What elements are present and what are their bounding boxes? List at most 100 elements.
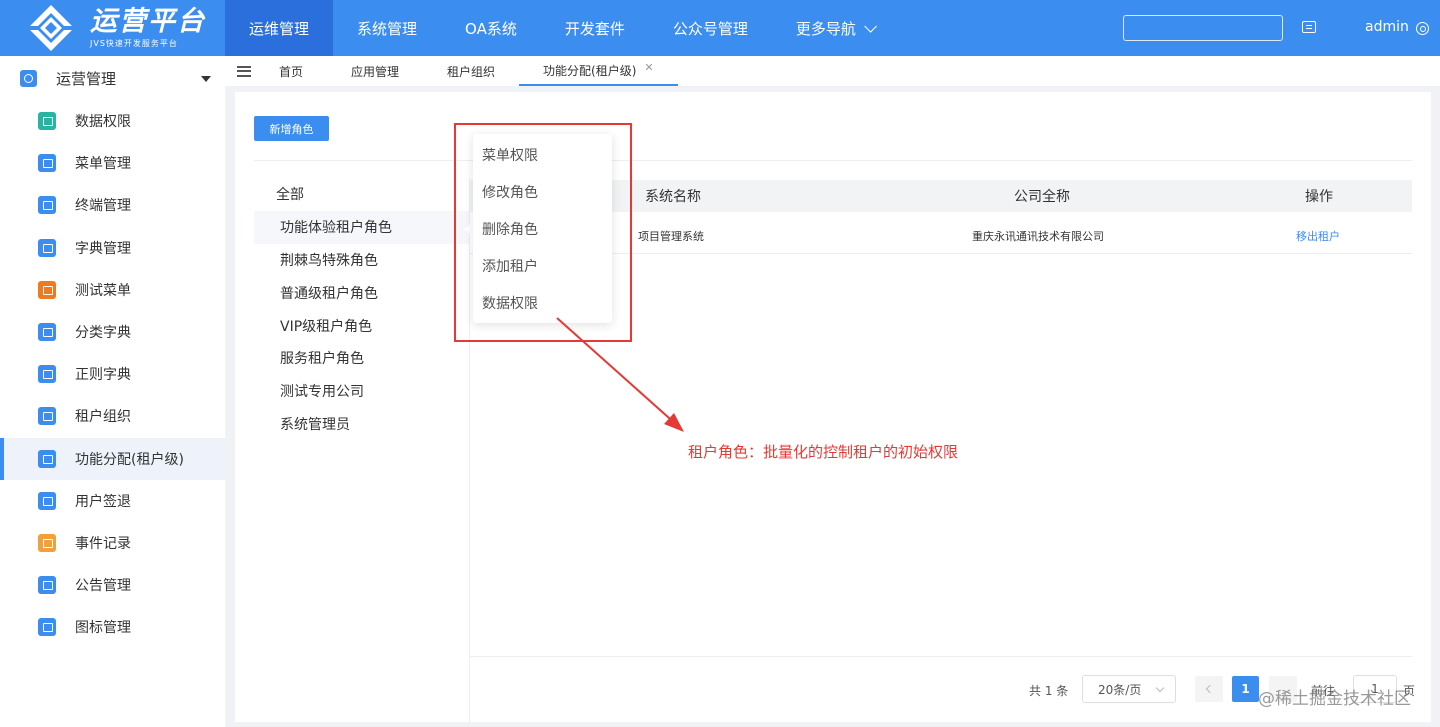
cell-company: 重庆永讯通讯技术有限公司 xyxy=(972,230,1104,243)
tenant-org-icon xyxy=(38,407,56,426)
divider xyxy=(254,160,1412,161)
menu-item-menu-permission[interactable]: 菜单权限 xyxy=(473,136,612,173)
menu-item-delete-role[interactable]: 删除角色 xyxy=(473,210,612,247)
remove-tenant-link[interactable]: 移出租户 xyxy=(1296,228,1340,244)
sidebar-item[interactable]: 功能分配(租户级) xyxy=(0,437,225,480)
sidebar-item-label: 功能分配(租户级) xyxy=(75,451,184,468)
tab-app-manage[interactable]: 应用管理 xyxy=(327,56,423,86)
sidebar-item[interactable]: 数据权限 xyxy=(0,100,225,142)
menu-item-edit-role[interactable]: 修改角色 xyxy=(473,173,612,210)
role-list: 全部 功能体验租户角色 荆棘鸟特殊角色 普通级租户角色 VIP级租户角色 服务租… xyxy=(254,178,469,440)
top-bar: 运营平台 JVS快速开发服务平台 运维管理 系统管理 OA系统 开发套件 公众号… xyxy=(0,0,1440,56)
sidebar-item-label: 图标管理 xyxy=(75,620,131,637)
sidebar-item-label: 正则字典 xyxy=(75,367,131,384)
sidebar-item-label: 租户组织 xyxy=(75,409,131,426)
column-header-action: 操作 xyxy=(1305,189,1333,205)
caret-down-icon xyxy=(201,76,211,82)
sidebar-item[interactable]: 租户组织 xyxy=(0,395,225,437)
sidebar-item[interactable]: 菜单管理 xyxy=(0,142,225,184)
role-item[interactable]: 系统管理员 xyxy=(254,408,469,441)
role-item[interactable]: 功能体验租户角色 xyxy=(254,210,469,244)
watermark: @稀土掘金技术社区 xyxy=(1258,689,1411,709)
logo-icon xyxy=(26,3,76,53)
nav-dev-kit[interactable]: 开发套件 xyxy=(541,0,649,56)
column-header-company: 公司全称 xyxy=(1014,189,1070,205)
sidebar-item[interactable]: 测试菜单 xyxy=(0,269,225,311)
sidebar-item[interactable]: 字典管理 xyxy=(0,227,225,269)
role-item[interactable]: 荆棘鸟特殊角色 xyxy=(254,244,469,277)
announcement-icon xyxy=(38,576,56,595)
sidebar: 运营管理 数据权限菜单管理终端管理字典管理测试菜单分类字典正则字典租户组织功能分… xyxy=(0,56,225,727)
brand-subtitle: JVS快速开发服务平台 xyxy=(90,39,178,48)
top-nav: 运维管理 系统管理 OA系统 开发套件 公众号管理 更多导航 xyxy=(225,0,897,56)
nav-oa[interactable]: OA系统 xyxy=(441,0,541,56)
data-permission-icon xyxy=(38,112,56,131)
tab-tenant-org[interactable]: 租户组织 xyxy=(423,56,519,86)
divider xyxy=(470,656,1412,657)
role-item-all[interactable]: 全部 xyxy=(254,178,469,211)
column-header-system: 系统名称 xyxy=(645,189,701,205)
role-item[interactable]: 普通级租户角色 xyxy=(254,276,469,309)
cell-system: 项目管理系统 xyxy=(638,230,704,243)
close-icon[interactable]: ✕ xyxy=(644,61,653,74)
sidebar-item[interactable]: 用户签退 xyxy=(0,480,225,522)
sidebar-item-label: 用户签退 xyxy=(75,493,131,510)
brand-title: 运营平台 xyxy=(90,6,206,37)
add-role-button[interactable]: 新增角色 xyxy=(254,116,329,141)
sidebar-item[interactable]: 公告管理 xyxy=(0,564,225,606)
sidebar-group-ops[interactable]: 运营管理 xyxy=(0,56,225,100)
sidebar-item-label: 事件记录 xyxy=(75,535,131,552)
user-name[interactable]: admin xyxy=(1365,19,1409,35)
icon-manage-icon xyxy=(38,618,56,637)
terminal-icon xyxy=(38,196,56,215)
tab-home[interactable]: 首页 xyxy=(279,56,327,86)
nav-more[interactable]: 更多导航 xyxy=(772,0,897,56)
prev-page-button[interactable] xyxy=(1195,676,1223,702)
logo[interactable]: 运营平台 JVS快速开发服务平台 xyxy=(0,0,225,56)
gear-icon xyxy=(20,69,37,87)
divider xyxy=(469,178,470,722)
settings-icon[interactable] xyxy=(1416,22,1429,35)
user-signout-icon xyxy=(38,491,56,510)
annotation-text: 租户角色：批量化的控制租户的初始权限 xyxy=(688,443,959,461)
chevron-down-icon xyxy=(864,19,877,33)
nav-system[interactable]: 系统管理 xyxy=(333,0,441,56)
sidebar-item-label: 数据权限 xyxy=(75,114,131,131)
role-context-menu: 菜单权限 修改角色 删除角色 添加租户 数据权限 xyxy=(473,134,612,323)
event-log-icon xyxy=(38,533,56,552)
role-item[interactable]: VIP级租户角色 xyxy=(254,309,469,342)
menu-toggle-icon[interactable] xyxy=(237,65,251,77)
sidebar-item-label: 测试菜单 xyxy=(75,282,131,299)
pagination-total: 共 1 条 xyxy=(1029,684,1069,698)
sidebar-item[interactable]: 正则字典 xyxy=(0,353,225,395)
sidebar-item[interactable]: 终端管理 xyxy=(0,184,225,226)
sidebar-item-label: 终端管理 xyxy=(75,198,131,215)
tab-function-assign[interactable]: 功能分配(租户级) ✕ xyxy=(519,56,678,86)
page-number-button[interactable]: 1 xyxy=(1232,676,1259,702)
page-size-value: 20条/页 xyxy=(1098,682,1142,697)
sidebar-item[interactable]: 事件记录 xyxy=(0,522,225,564)
sidebar-item-label: 公告管理 xyxy=(75,578,131,595)
nav-wechat[interactable]: 公众号管理 xyxy=(649,0,772,56)
page-size-select[interactable]: 20条/页 xyxy=(1082,675,1176,703)
dropdown-caret xyxy=(464,224,470,234)
function-assign-icon xyxy=(38,449,56,468)
sidebar-item-label: 分类字典 xyxy=(75,325,131,342)
sidebar-item[interactable]: 分类字典 xyxy=(0,311,225,353)
sidebar-group-label: 运营管理 xyxy=(56,69,117,88)
chart-icon xyxy=(38,323,56,342)
tab-label: 功能分配(租户级) xyxy=(543,63,637,78)
nav-ops[interactable]: 运维管理 xyxy=(225,0,334,56)
top-search-input[interactable] xyxy=(1123,15,1283,41)
message-icon[interactable] xyxy=(1302,21,1316,33)
menu-item-add-tenant[interactable]: 添加租户 xyxy=(473,247,612,284)
menu-item-data-permission[interactable]: 数据权限 xyxy=(473,284,612,321)
menu-icon xyxy=(38,154,56,173)
role-item[interactable]: 测试专用公司 xyxy=(254,375,469,408)
nav-more-label: 更多导航 xyxy=(795,19,856,38)
dictionary-icon xyxy=(38,238,56,257)
chevron-down-icon xyxy=(1155,683,1165,693)
tabs-bar: 首页 应用管理 租户组织 功能分配(租户级) ✕ xyxy=(225,56,1440,86)
role-item[interactable]: 服务租户角色 xyxy=(254,342,469,375)
sidebar-item[interactable]: 图标管理 xyxy=(0,606,225,648)
